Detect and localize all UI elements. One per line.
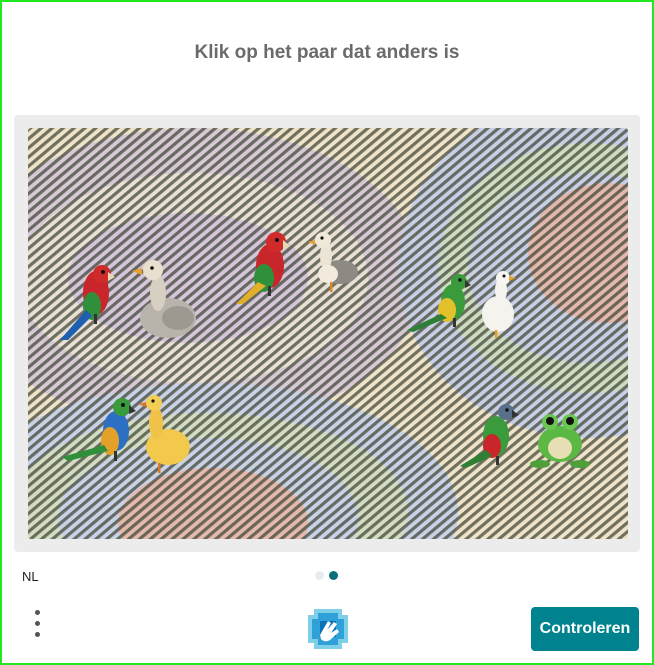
verify-button[interactable]: Controleren [531,607,639,651]
more-vertical-icon[interactable] [30,610,44,644]
parrot-green-icon [407,274,471,332]
pair-parrot-duck-white[interactable] [403,268,518,340]
pagination-dot-2[interactable] [329,571,338,580]
pair-parrot-duck-yellow[interactable] [58,393,193,478]
duck-yellow-icon [138,395,190,473]
language-selector[interactable]: NL [22,569,39,584]
hcaptcha-logo-icon [306,607,350,651]
pair-parrot-duck-grey[interactable] [48,248,198,348]
parrot-green-icon [460,404,519,468]
pagination-dots [315,571,338,580]
parrot-red-icon [60,265,115,340]
pair-parrot-frog[interactable] [456,400,590,472]
parrot-blue-icon [62,398,136,461]
challenge-image[interactable] [28,128,628,539]
pagination-dot-1[interactable] [315,571,324,580]
parrot-red-icon [236,232,290,304]
goose-grey-icon [308,232,358,292]
challenge-prompt: Klik op het paar dat anders is [194,42,460,63]
duck-white-icon [482,271,516,338]
pair-parrot-goose[interactable] [228,224,368,314]
challenge-panel [14,115,640,552]
frog-icon [530,414,590,468]
duck-grey-icon [132,260,196,338]
